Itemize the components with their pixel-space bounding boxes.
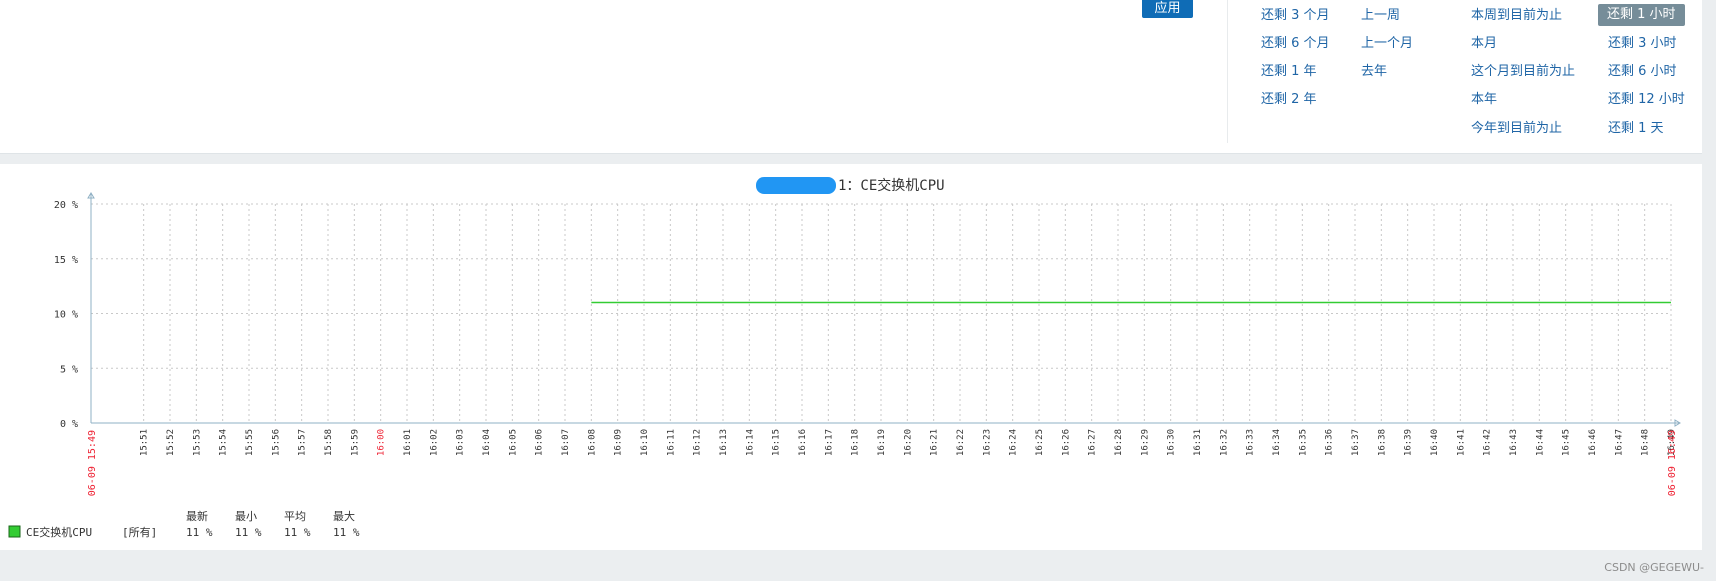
x-tick-label: 16:11 (666, 429, 676, 456)
x-tick-label: 16:23 (982, 429, 992, 456)
x-tick-label: 16:02 (429, 429, 439, 456)
x-tick-label: 15:54 (219, 429, 229, 456)
x-tick-label: 16:25 (1035, 429, 1045, 456)
legend-header-avg: 平均 (284, 510, 306, 523)
y-tick-label: 20 % (54, 200, 78, 211)
legend-header-max: 最大 (333, 509, 355, 523)
x-tick-label: 16:01 (403, 429, 413, 456)
x-tick-label: 16:27 (1088, 429, 1098, 456)
x-tick-label: 16:42 (1483, 429, 1493, 456)
x-tick-label: 16:29 (1140, 429, 1150, 456)
x-tick-label: 16:22 (956, 429, 966, 456)
x-tick-label: 16:31 (1193, 429, 1203, 456)
x-tick-label: 16:16 (798, 429, 808, 456)
legend-series-name: CE交换机CPU (26, 525, 92, 539)
x-tick-label: 16:13 (719, 429, 729, 456)
x-tick-label: 16:33 (1246, 429, 1256, 456)
legend-value-avg: 11 % (284, 526, 311, 539)
x-tick-label: 16:32 (1219, 429, 1229, 456)
legend-header-min: 最小 (235, 510, 257, 523)
x-tick-label: 15:51 (140, 429, 150, 456)
x-tick-label: 16:48 (1641, 429, 1651, 456)
x-tick-label: 16:04 (482, 429, 492, 456)
legend-value-min: 11 % (235, 526, 262, 539)
x-tick-label: 16:36 (1325, 429, 1335, 456)
watermark: CSDN @GEGEWU- (1604, 561, 1704, 574)
x-tick-label: 16:26 (1061, 429, 1071, 456)
grid-layer (91, 203, 1672, 423)
x-tick-label: 16:41 (1456, 429, 1466, 456)
x-tick-label: 16:20 (903, 429, 913, 456)
x-tick-label: 16:44 (1535, 429, 1545, 456)
x-end-label: 06-09 16:49 (1667, 430, 1678, 496)
x-tick-label: 15:52 (166, 429, 176, 456)
legend-header-last: 最新 (186, 509, 208, 523)
x-tick-label: 16:46 (1588, 429, 1598, 456)
x-tick-label: 16:45 (1562, 429, 1572, 456)
x-tick-label: 16:30 (1167, 429, 1177, 456)
x-tick-label: 16:39 (1404, 429, 1414, 456)
x-tick-label: 16:12 (693, 429, 703, 456)
x-tick-label: 16:21 (930, 429, 940, 456)
x-tick-label: 16:28 (1114, 429, 1124, 456)
redacted-host-mark (756, 177, 836, 194)
x-tick-label: 16:38 (1377, 429, 1387, 456)
y-tick-label: 5 % (60, 364, 78, 375)
x-tick-label: 16:00 (377, 429, 387, 456)
x-start-label: 06-09 15:49 (87, 430, 98, 496)
x-tick-label: 16:06 (535, 429, 545, 456)
x-tick-label: 16:47 (1614, 429, 1624, 456)
legend-value-last: 11 % (186, 526, 213, 539)
x-tick-label: 16:40 (1430, 429, 1440, 456)
x-tick-label: 16:10 (640, 429, 650, 456)
x-tick-label: 16:14 (745, 429, 755, 456)
x-tick-label: 15:59 (350, 429, 360, 456)
legend-color-swatch (8, 525, 21, 538)
x-tick-label: 16:05 (508, 429, 518, 456)
x-tick-label: 16:07 (561, 429, 571, 456)
x-tick-label: 16:34 (1272, 429, 1282, 456)
x-tick-label: 16:43 (1509, 429, 1519, 456)
legend-scope: [所有] (122, 525, 157, 539)
x-tick-label: 16:37 (1351, 429, 1361, 456)
x-tick-label: 16:09 (614, 429, 624, 456)
x-tick-label: 16:24 (1009, 429, 1019, 456)
x-tick-label: 15:53 (192, 429, 202, 456)
x-tick-label: 16:18 (851, 429, 861, 456)
cpu-graph: 0 % 5 % 10 % 15 % 20 % 15:51 15:52 15:53 15:54 15… (8, 177, 1681, 539)
y-tick-label: 10 % (54, 310, 78, 321)
axis-layer (87, 192, 1681, 427)
x-tick-label: 16:15 (772, 429, 782, 456)
x-tick-label: 16:19 (877, 429, 887, 456)
x-tick-label: 15:58 (324, 429, 334, 456)
x-tick-label: 16:03 (456, 429, 466, 456)
x-tick-label: 15:56 (271, 429, 281, 456)
x-tick-label: 16:17 (824, 429, 834, 456)
y-tick-label: 0 % (60, 419, 78, 430)
x-tick-label: 16:08 (587, 429, 597, 456)
legend-value-max: 11 % (333, 526, 360, 539)
x-tick-label: 16:35 (1298, 429, 1308, 456)
y-tick-label: 15 % (54, 255, 78, 266)
x-tick-label: 15:57 (298, 429, 308, 456)
x-tick-label: 15:55 (245, 429, 255, 456)
graph-title: 1：CE交换机CPU (838, 177, 945, 194)
